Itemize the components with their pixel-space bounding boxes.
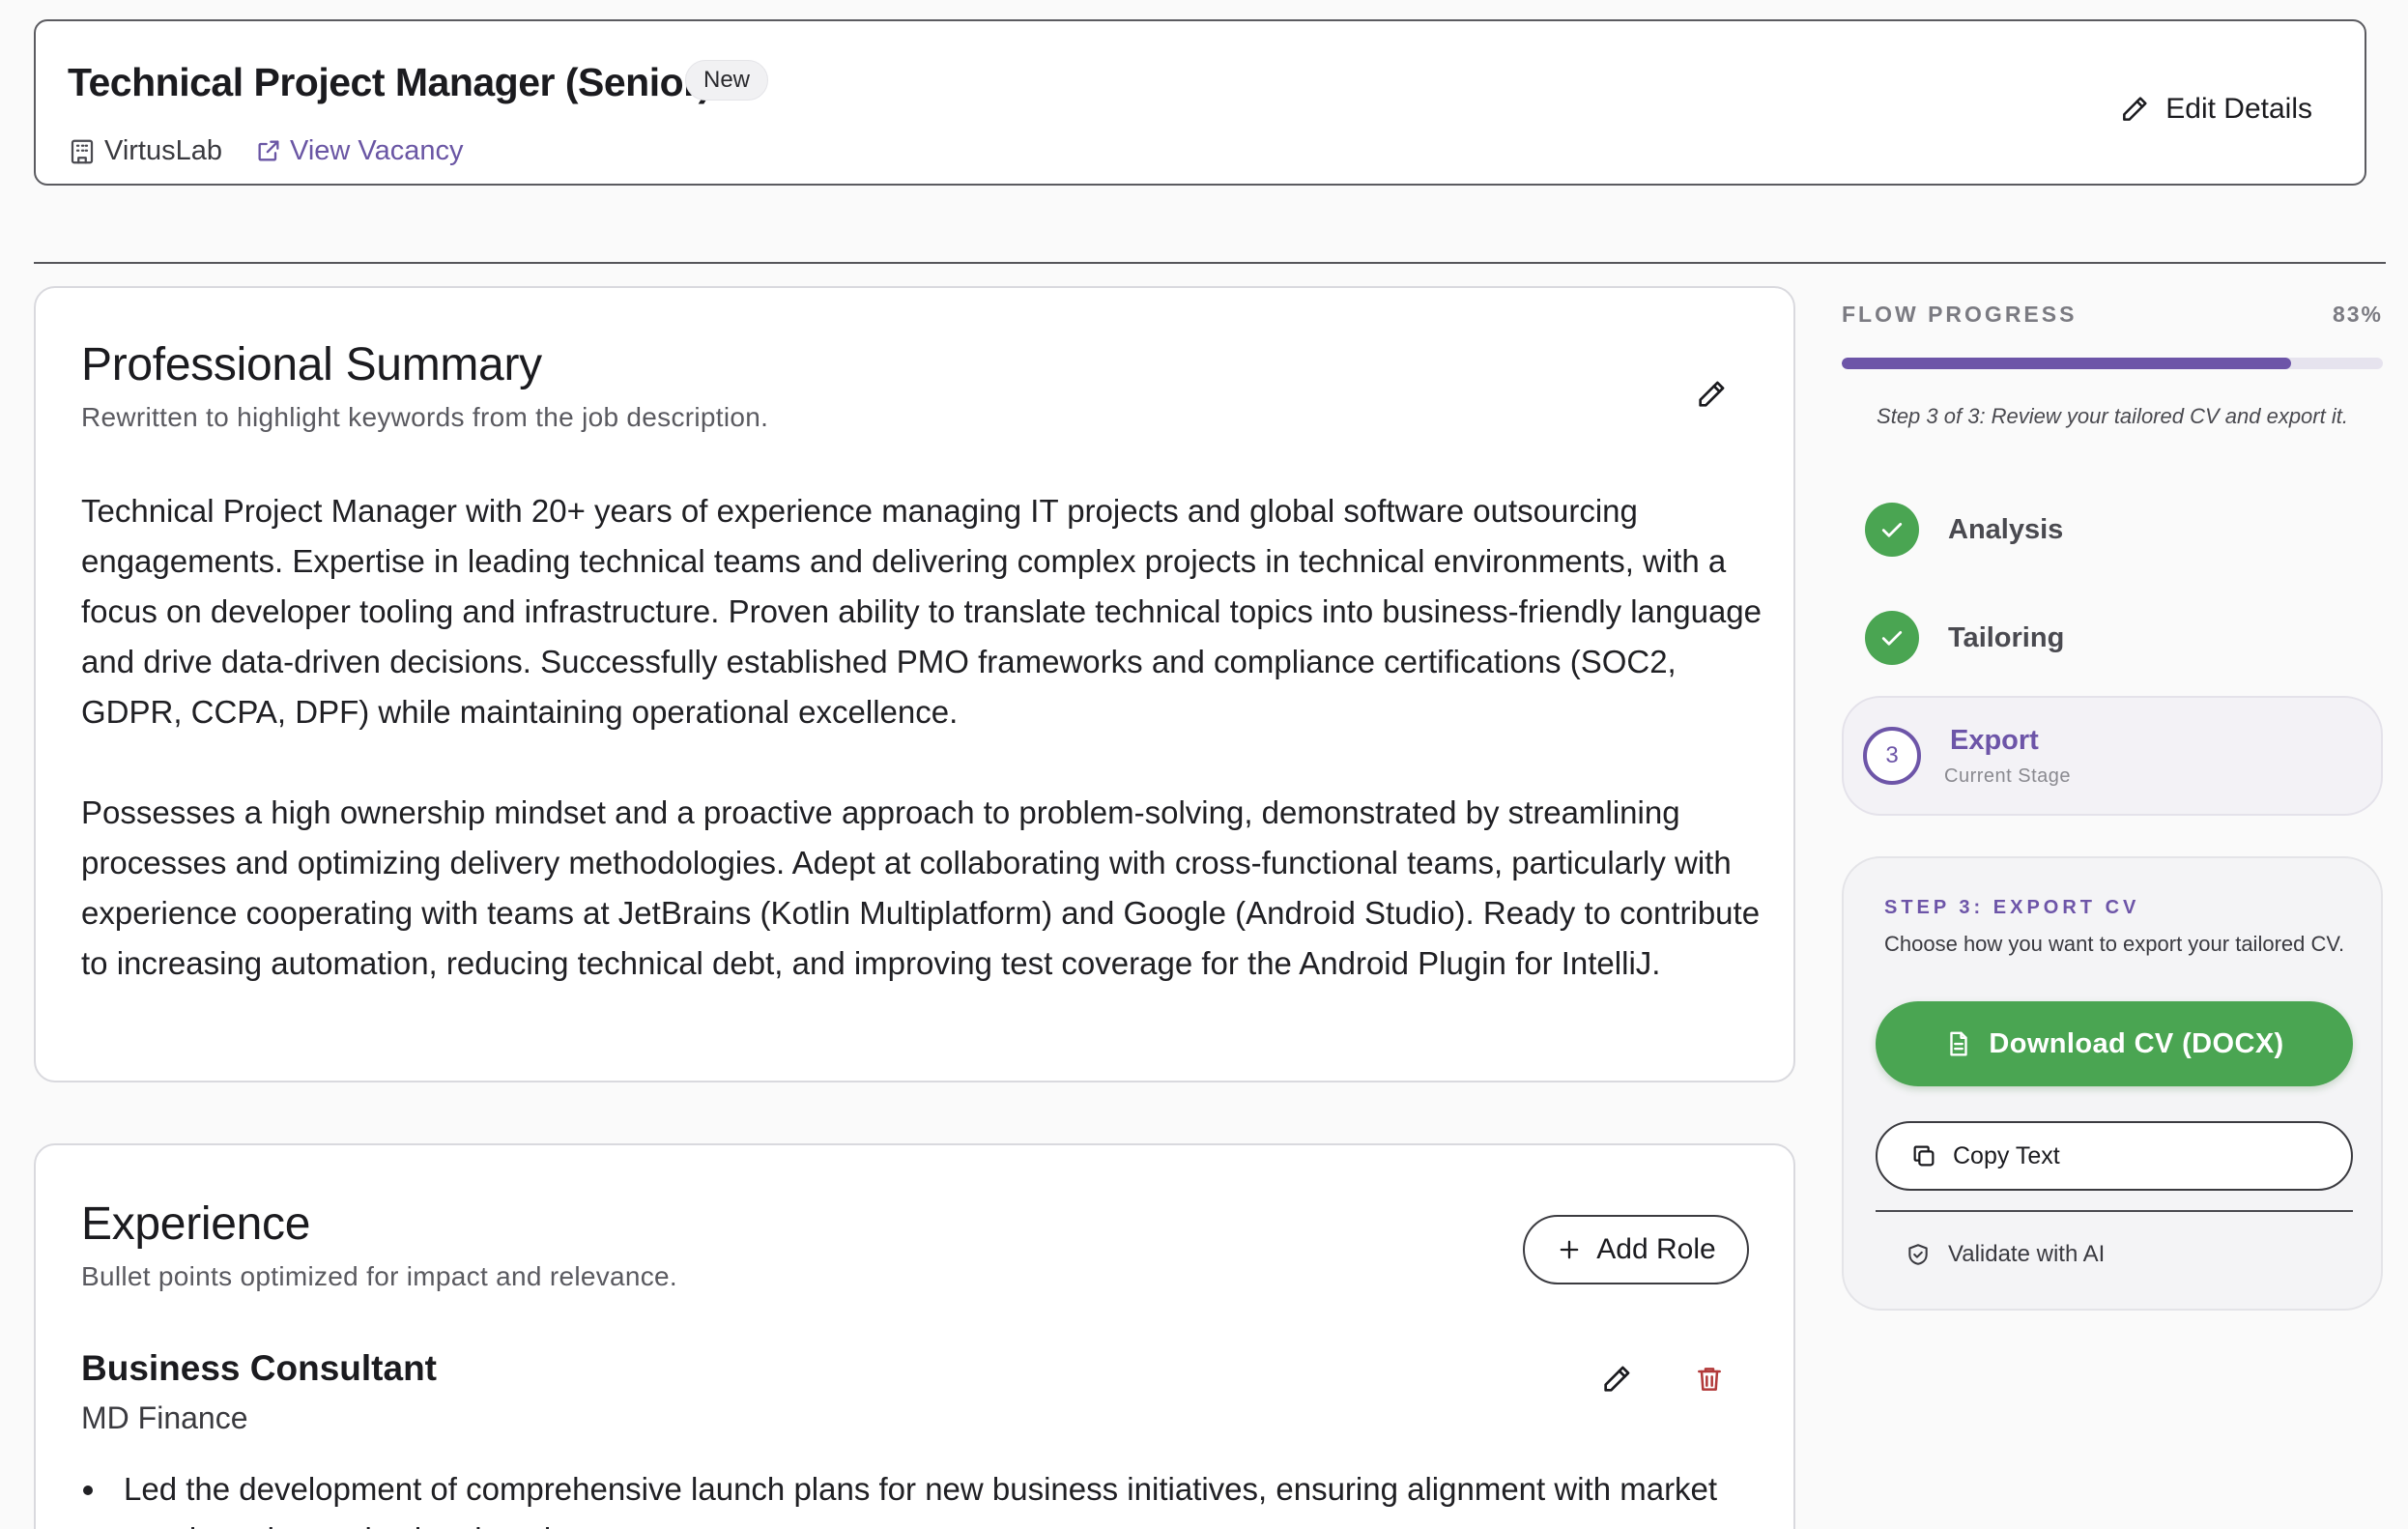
list-item: Led the development of comprehensive lau… — [81, 1464, 1763, 1529]
export-kicker: STEP 3: EXPORT CV — [1884, 897, 2139, 919]
stage-export-current[interactable]: 3 Export Current Stage — [1842, 696, 2383, 816]
edit-summary-button[interactable] — [1688, 371, 1734, 418]
pencil-icon — [1695, 378, 1728, 411]
stage-tailoring[interactable]: Tailoring — [1865, 611, 2064, 665]
pencil-icon — [2119, 94, 2150, 125]
progress-bar — [1842, 358, 2383, 369]
summary-subtitle: Rewritten to highlight keywords from the… — [81, 402, 768, 433]
experience-title: Experience — [81, 1197, 310, 1251]
progress-label: FLOW PROGRESS — [1842, 302, 2077, 328]
summary-title: Professional Summary — [81, 338, 542, 391]
validate-label: Validate with AI — [1948, 1241, 2105, 1268]
shield-check-icon — [1906, 1242, 1931, 1267]
experience-card: Experience Bullet points optimized for i… — [34, 1143, 1795, 1529]
external-link-icon — [255, 137, 284, 166]
export-description: Choose how you want to export your tailo… — [1884, 928, 2367, 960]
progress-percent: 83% — [2333, 302, 2383, 328]
stage-number: 3 — [1863, 727, 1921, 785]
company-name: VirtusLab — [104, 135, 222, 167]
edit-role-button[interactable] — [1593, 1356, 1640, 1402]
copy-label: Copy Text — [1953, 1142, 2060, 1170]
copy-text-button[interactable]: Copy Text — [1876, 1121, 2353, 1191]
view-vacancy-link[interactable]: View Vacancy — [255, 135, 463, 167]
pencil-icon — [1600, 1363, 1633, 1396]
building-icon — [68, 137, 97, 166]
copy-icon — [1910, 1142, 1937, 1169]
download-label: Download CV (DOCX) — [1989, 1028, 2283, 1060]
progress-step-text: Step 3 of 3: Review your tailored CV and… — [1842, 404, 2383, 429]
check-icon — [1865, 611, 1919, 665]
stage-analysis[interactable]: Analysis — [1865, 503, 2063, 557]
download-docx-button[interactable]: Download CV (DOCX) — [1876, 1001, 2353, 1086]
summary-paragraph: Possesses a high ownership mindset and a… — [81, 788, 1772, 989]
job-header-card: Technical Project Manager (Senior) New V… — [34, 19, 2366, 186]
stage-label: Export — [1950, 725, 2039, 757]
role-bullets: Led the development of comprehensive lau… — [81, 1464, 1763, 1529]
summary-text: Technical Project Manager with 20+ years… — [81, 486, 1772, 989]
view-vacancy-label: View Vacancy — [290, 135, 463, 167]
stage-label: Tailoring — [1948, 622, 2064, 654]
stage-label: Analysis — [1948, 514, 2063, 546]
add-role-button[interactable]: Add Role — [1523, 1215, 1749, 1284]
progress-header: FLOW PROGRESS 83% — [1842, 302, 2383, 328]
edit-details-label: Edit Details — [2165, 93, 2312, 126]
company-row: VirtusLab View Vacancy — [68, 135, 463, 167]
progress-fill — [1842, 358, 2291, 369]
edit-details-button[interactable]: Edit Details — [2096, 81, 2336, 137]
role-title: Business Consultant — [81, 1348, 437, 1389]
role-company: MD Finance — [81, 1400, 248, 1436]
trash-icon — [1694, 1364, 1725, 1395]
export-divider — [1876, 1210, 2353, 1212]
professional-summary-card: Professional Summary Rewritten to highli… — [34, 286, 1795, 1082]
document-icon — [1944, 1029, 1973, 1058]
export-cv-card: STEP 3: EXPORT CV Choose how you want to… — [1842, 856, 2383, 1311]
add-role-label: Add Role — [1596, 1233, 1715, 1266]
section-divider — [34, 262, 2386, 264]
plus-icon — [1556, 1236, 1583, 1263]
stage-note: Current Stage — [1944, 765, 2071, 788]
status-badge: New — [685, 60, 768, 101]
experience-subtitle: Bullet points optimized for impact and r… — [81, 1261, 677, 1292]
summary-paragraph: Technical Project Manager with 20+ years… — [81, 486, 1772, 737]
job-title: Technical Project Manager (Senior) — [68, 60, 711, 105]
check-icon — [1865, 503, 1919, 557]
validate-ai-button[interactable]: Validate with AI — [1906, 1227, 2105, 1282]
delete-role-button[interactable] — [1686, 1356, 1733, 1402]
